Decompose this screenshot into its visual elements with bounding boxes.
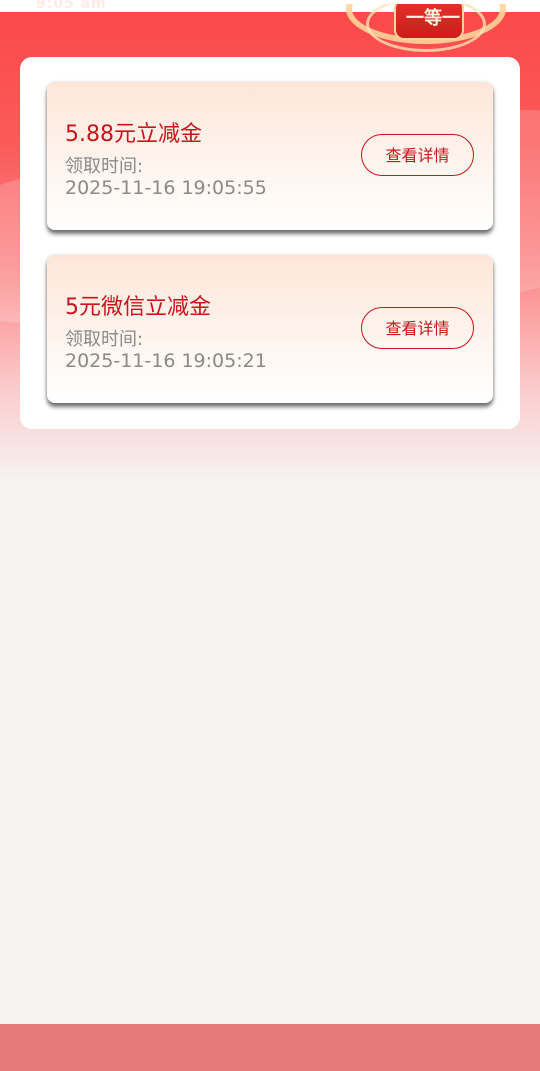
coupon-time-label: 领取时间: (65, 156, 144, 177)
coupon-title: 5.88元立减金 (65, 122, 202, 147)
coupon-list-panel: 5.88元立减金 领取时间: 2025-11-16 19:05:55 查看详情 … (20, 57, 520, 429)
view-details-button[interactable]: 查看详情 (361, 134, 474, 176)
coupon-time-value: 2025-11-16 19:05:55 (65, 177, 267, 199)
bottom-bar (0, 1024, 540, 1071)
view-details-button[interactable]: 查看详情 (361, 307, 474, 349)
banner-decor-text: 一等一 (406, 8, 460, 29)
coupon-title: 5元微信立减金 (65, 295, 211, 320)
coupon-time-label: 领取时间: (65, 329, 144, 350)
coupon-card: 5.88元立减金 领取时间: 2025-11-16 19:05:55 查看详情 (47, 82, 493, 230)
coupon-time-value: 2025-11-16 19:05:21 (65, 350, 267, 372)
status-time: 9:05 am (36, 0, 107, 12)
banner-decoration: 一等一 (336, 4, 516, 60)
page: 9:05 am 一等一 5.88元立减金 领取时间: 2025-11-16 19… (0, 0, 540, 1071)
coupon-card: 5元微信立减金 领取时间: 2025-11-16 19:05:21 查看详情 (47, 255, 493, 403)
